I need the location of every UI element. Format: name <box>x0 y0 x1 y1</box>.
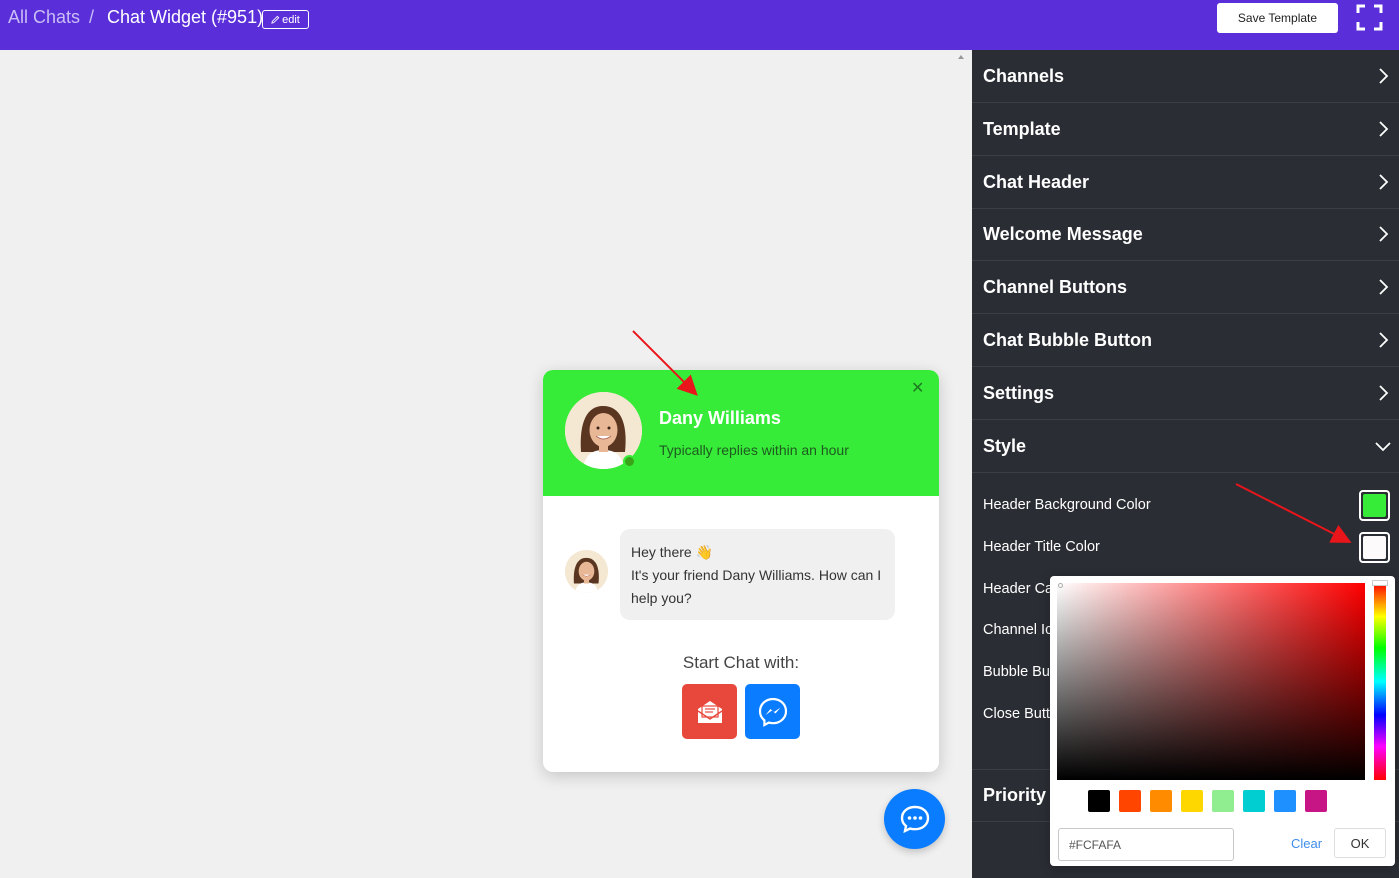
pencil-icon <box>271 15 280 24</box>
header-title-color-swatch[interactable] <box>1359 532 1390 563</box>
save-template-button[interactable]: Save Template <box>1217 3 1338 33</box>
chevron-right-icon <box>1379 68 1389 84</box>
section-label: Welcome Message <box>983 223 1143 244</box>
section-welcome-message[interactable]: Welcome Message <box>972 208 1399 261</box>
section-label: Channels <box>983 65 1065 86</box>
message-line-2: It's your friend Dany Williams. How can … <box>631 567 882 606</box>
breadcrumb-all-chats[interactable]: All Chats <box>8 7 80 28</box>
header-bg-color-swatch[interactable] <box>1359 490 1390 521</box>
sv-cursor[interactable] <box>1058 583 1063 588</box>
chevron-right-icon <box>1379 332 1389 348</box>
preset-orange-red[interactable] <box>1119 790 1141 812</box>
chat-bubble-icon <box>900 805 929 834</box>
chevron-right-icon <box>1379 174 1389 190</box>
hue-slider[interactable] <box>1374 583 1386 780</box>
hex-color-input[interactable] <box>1058 828 1234 861</box>
style-header-bg-color-label: Header Background Color <box>983 497 1151 513</box>
style-header-title-color-label: Header Title Color <box>983 539 1100 555</box>
section-chat-bubble-button[interactable]: Chat Bubble Button <box>972 314 1399 367</box>
preset-orange[interactable] <box>1150 790 1172 812</box>
chevron-right-icon <box>1379 279 1389 295</box>
style-bubble-button-label: Bubble Bu <box>983 664 1050 680</box>
close-icon[interactable]: ✕ <box>911 378 924 398</box>
style-channel-icon-label: Channel Ic <box>983 622 1053 638</box>
preset-turquoise[interactable] <box>1243 790 1265 812</box>
start-chat-label: Start Chat with: <box>682 653 800 672</box>
clear-color-button[interactable]: Clear <box>1291 836 1322 851</box>
swatch-color <box>1363 494 1386 517</box>
welcome-message-bubble: Hey there 👋 It's your friend Dany Willia… <box>620 529 895 620</box>
ok-color-button[interactable]: OK <box>1334 828 1386 858</box>
section-label: Channel Buttons <box>983 276 1127 297</box>
section-settings[interactable]: Settings <box>972 367 1399 420</box>
message-avatar <box>565 550 608 593</box>
messenger-icon <box>758 697 787 727</box>
section-label: Template <box>983 118 1061 139</box>
top-bar: All Chats / Chat Widget (#951) edit Save… <box>0 0 1399 50</box>
hue-slider-thumb[interactable] <box>1372 580 1388 586</box>
chevron-right-icon <box>1379 385 1389 401</box>
email-channel-button[interactable] <box>682 684 737 739</box>
section-label: Chat Bubble Button <box>983 329 1152 350</box>
section-style[interactable]: Style <box>972 420 1399 473</box>
edit-title-button[interactable]: edit <box>262 10 309 29</box>
color-picker-popover: Clear OK <box>1050 576 1395 866</box>
preset-black[interactable] <box>1088 790 1110 812</box>
section-channel-buttons[interactable]: Channel Buttons <box>972 261 1399 314</box>
preset-blue[interactable] <box>1274 790 1296 812</box>
scroll-up-icon[interactable] <box>958 55 964 59</box>
agent-subtitle: Typically replies within an hour <box>659 442 849 458</box>
chevron-down-icon <box>1375 442 1391 452</box>
chevron-right-icon <box>1379 121 1389 137</box>
online-status-dot <box>623 455 636 468</box>
message-line-1: Hey there 👋 <box>631 544 714 560</box>
agent-name: Dany Williams <box>659 408 781 428</box>
edit-label: edit <box>282 13 300 26</box>
page-title: Chat Widget (#951) <box>107 7 264 27</box>
fullscreen-icon[interactable] <box>1356 4 1383 31</box>
style-header-caption-label: Header Ca <box>983 581 1054 597</box>
section-template[interactable]: Template <box>972 103 1399 156</box>
saturation-value-panel[interactable] <box>1057 583 1365 780</box>
section-label: Style <box>983 435 1027 456</box>
widget-header: Dany Williams Typically replies within a… <box>543 370 939 496</box>
section-channels[interactable]: Channels <box>972 50 1399 103</box>
messenger-channel-button[interactable] <box>745 684 800 739</box>
section-label: Priority <box>983 785 1047 805</box>
section-chat-header[interactable]: Chat Header <box>972 156 1399 209</box>
chat-bubble-button[interactable] <box>884 789 945 849</box>
chat-widget-preview: Dany Williams Typically replies within a… <box>543 370 939 772</box>
swatch-color <box>1363 536 1386 559</box>
section-label: Chat Header <box>983 171 1090 192</box>
preset-yellow[interactable] <box>1181 790 1203 812</box>
chevron-right-icon <box>1379 226 1389 242</box>
section-label: Settings <box>983 382 1055 403</box>
email-icon <box>697 700 722 723</box>
preset-light-green[interactable] <box>1212 790 1234 812</box>
breadcrumb-separator: / <box>89 7 95 27</box>
style-close-button-label: Close Butt <box>983 706 1050 722</box>
preset-magenta[interactable] <box>1305 790 1327 812</box>
